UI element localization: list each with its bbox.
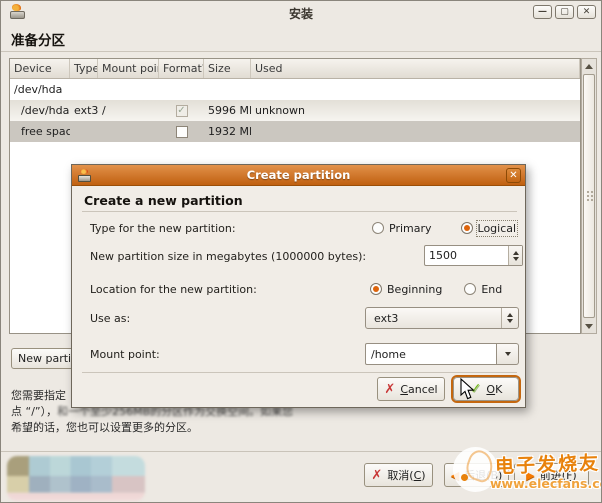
dialog-title: Create partition <box>72 168 525 182</box>
column-header-device[interactable]: Device <box>10 59 70 78</box>
column-header-type[interactable]: Type <box>70 59 98 78</box>
dropdown-button[interactable] <box>497 343 519 365</box>
size-spinbox[interactable]: 1500 <box>424 245 523 266</box>
primary-radio-label[interactable]: Primary <box>389 222 432 235</box>
column-header-used[interactable]: Used <box>251 59 580 78</box>
cell-device: /dev/hda <box>10 83 70 96</box>
logical-radio[interactable] <box>461 222 473 234</box>
format-checkbox-unchecked[interactable] <box>176 126 188 138</box>
use-as-value: ext3 <box>374 312 398 325</box>
cell-size: 1932 MB <box>204 125 251 138</box>
dialog-close-icon[interactable]: ✕ <box>506 168 521 183</box>
cell-type: ext3 <box>70 104 98 117</box>
end-radio[interactable] <box>464 283 476 295</box>
cell-device: free space <box>10 125 70 138</box>
spinner-buttons[interactable] <box>508 246 522 265</box>
cancel-wizard-button[interactable]: ✗取消(C) <box>364 463 433 487</box>
red-x-icon: ✗ <box>371 468 382 483</box>
table-row-free-space[interactable]: free space 1932 MB <box>10 121 580 142</box>
end-radio-label[interactable]: End <box>481 283 502 296</box>
maximize-button[interactable]: ▢ <box>555 5 574 19</box>
forward-button[interactable]: ▶前进(F) <box>514 463 589 487</box>
chevron-down-icon <box>505 352 511 356</box>
divider <box>82 372 517 373</box>
create-partition-dialog: Create partition ✕ Create a new partitio… <box>71 164 526 408</box>
divider <box>1 451 601 452</box>
mount-point-combobox: /home <box>365 343 519 365</box>
installer-window: 安装 — ▢ ✕ 准备分区 Device Type Mount point Fo… <box>0 0 602 503</box>
close-button[interactable]: ✕ <box>577 5 596 19</box>
scroll-down-icon[interactable] <box>582 319 596 333</box>
table-header: Device Type Mount point Format? Size Use… <box>10 59 580 79</box>
red-x-icon: ✗ <box>384 382 395 397</box>
mount-point-label: Mount point: <box>90 348 160 361</box>
format-checkbox-checked[interactable]: ✓ <box>176 105 188 117</box>
primary-radio[interactable] <box>372 222 384 234</box>
mount-point-input[interactable]: /home <box>365 343 497 365</box>
size-label: New partition size in megabytes (1000000… <box>90 250 366 263</box>
window-title: 安装 <box>1 5 601 22</box>
scroll-up-icon[interactable] <box>582 59 596 73</box>
dialog-titlebar: Create partition ✕ <box>72 165 525 186</box>
column-header-mount-point[interactable]: Mount point <box>98 59 159 78</box>
beginning-radio-label[interactable]: Beginning <box>387 283 442 296</box>
type-radio-group: Primary Logical <box>372 220 602 236</box>
scrollbar-grip <box>586 190 594 202</box>
combo-stepper-icon[interactable] <box>501 308 518 328</box>
cell-used: unknown <box>251 104 580 117</box>
spin-up-icon[interactable] <box>513 251 519 255</box>
table-row-dev-hda1[interactable]: /dev/hda1 ext3 / ✓ 5996 MB unknown <box>10 100 580 121</box>
cell-size: 5996 MB <box>204 104 251 117</box>
column-header-format[interactable]: Format? <box>159 59 204 78</box>
mount-point-value[interactable]: /home <box>371 348 406 361</box>
logical-radio-label[interactable]: Logical <box>478 222 517 235</box>
window-titlebar: 安装 — ▢ ✕ <box>1 1 601 23</box>
mouse-cursor <box>460 378 475 401</box>
cell-mount-point: / <box>98 104 159 117</box>
location-label: Location for the new partition: <box>90 283 257 296</box>
minimize-button[interactable]: — <box>533 5 552 19</box>
page-title: 准备分区 <box>11 29 65 49</box>
beginning-radio[interactable] <box>370 283 382 295</box>
column-header-size[interactable]: Size <box>204 59 251 78</box>
table-row-dev-hda[interactable]: /dev/hda <box>10 79 580 100</box>
cancel-button[interactable]: ✗Cancel <box>377 377 445 401</box>
location-radio-group: Beginning End <box>370 281 602 297</box>
instruction-line-3: 希望的话，您也可以设置更多的分区。 <box>11 420 571 436</box>
size-value[interactable]: 1500 <box>429 249 457 262</box>
censored-watermark-blob <box>7 456 145 501</box>
spin-down-icon[interactable] <box>513 257 519 261</box>
use-as-combobox[interactable]: ext3 <box>365 307 519 329</box>
forward-arrow-icon: ▶ <box>526 469 534 482</box>
dialog-heading: Create a new partition <box>84 193 243 208</box>
cell-device: /dev/hda1 <box>10 104 70 117</box>
type-label: Type for the new partition: <box>90 222 236 235</box>
back-button[interactable]: ◀后退(B) <box>444 463 509 487</box>
divider <box>82 211 517 212</box>
back-arrow-icon: ◀ <box>451 469 459 482</box>
use-as-label: Use as: <box>90 312 130 325</box>
divider <box>1 51 601 52</box>
